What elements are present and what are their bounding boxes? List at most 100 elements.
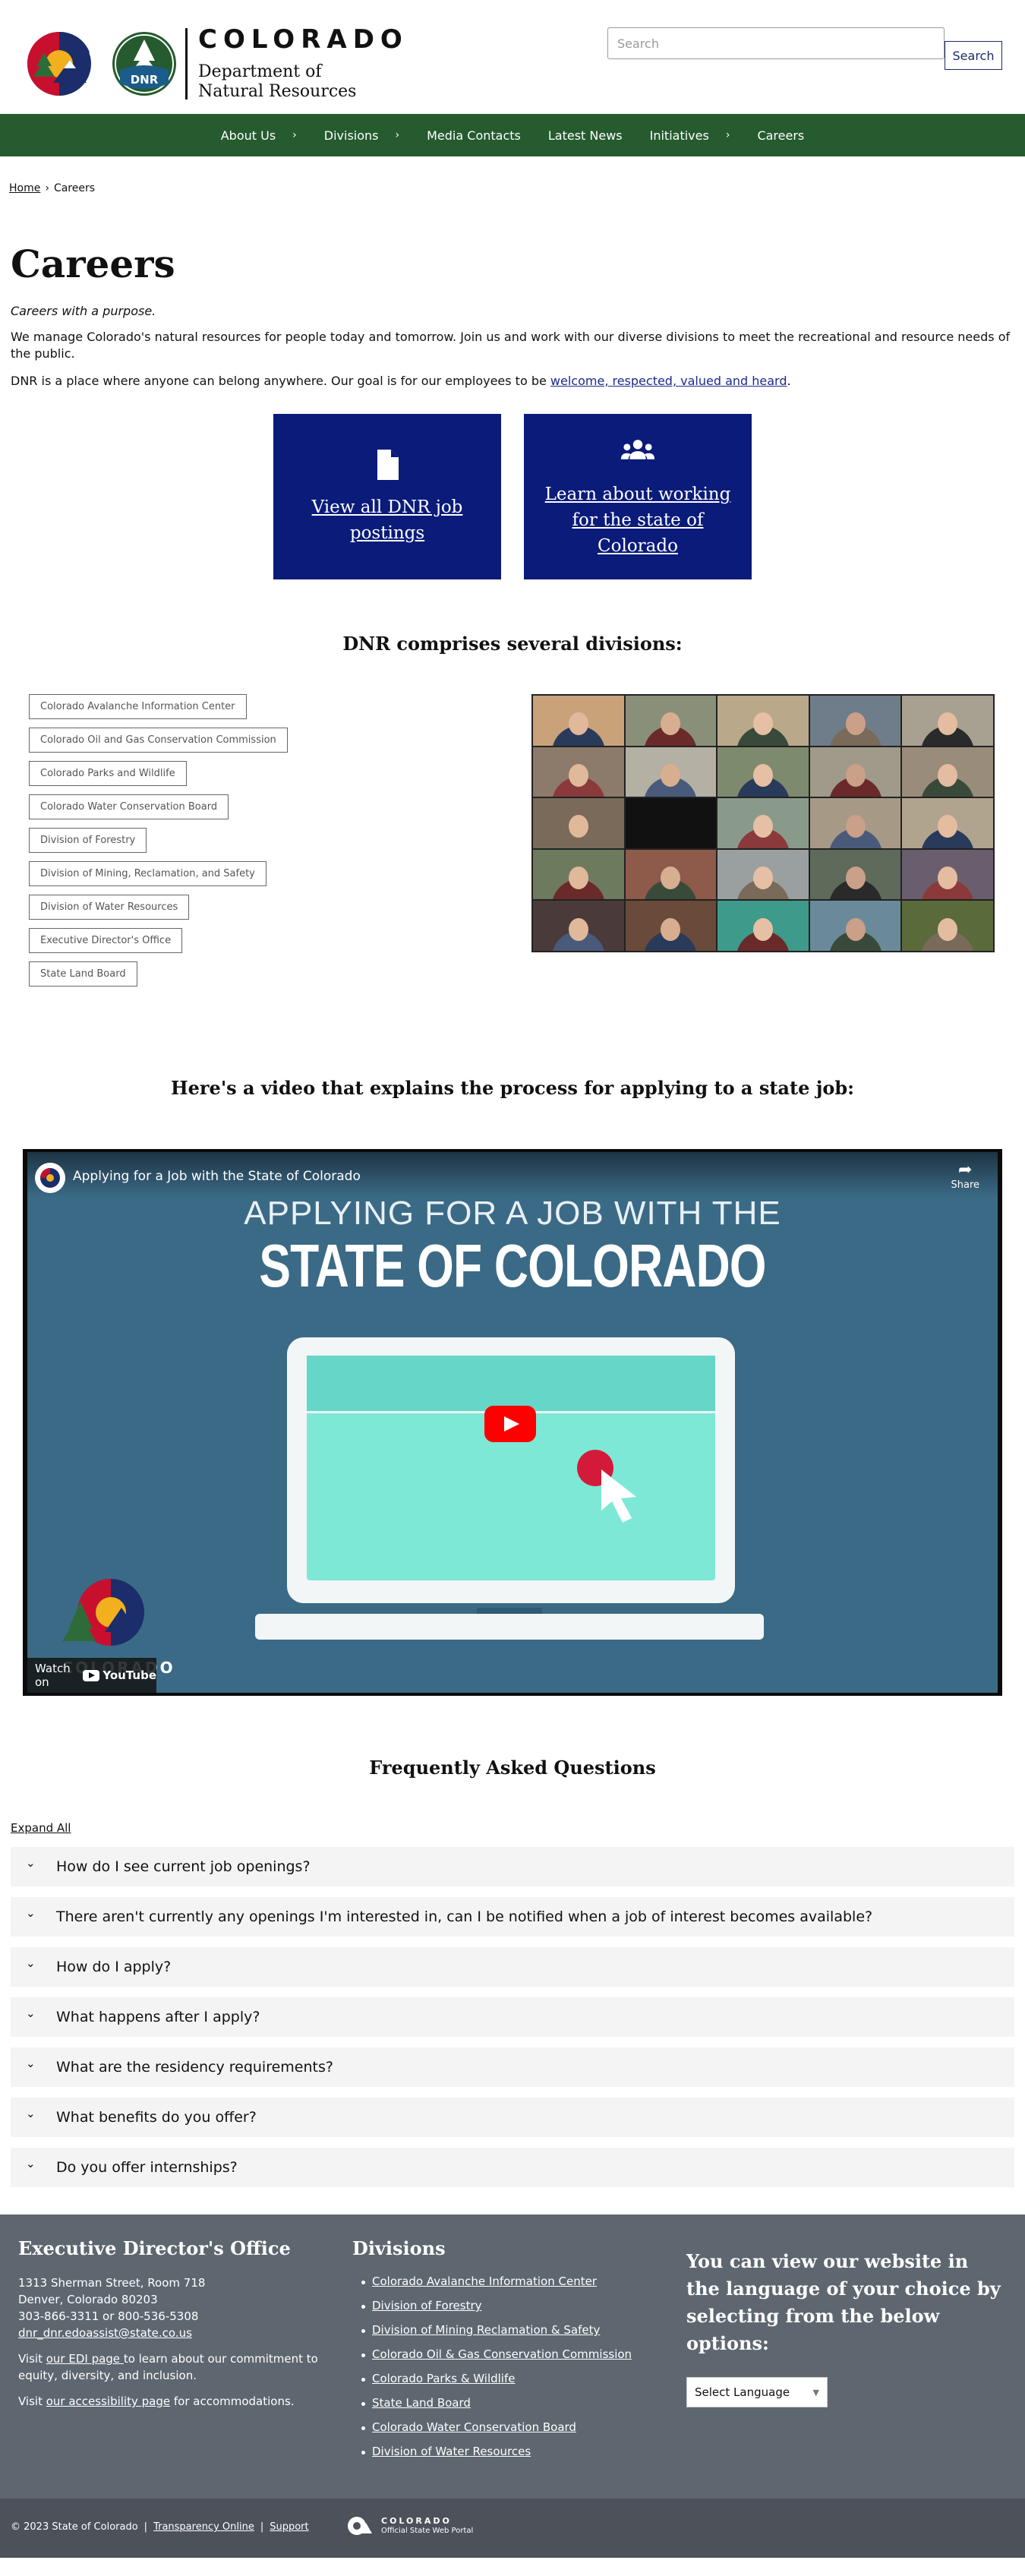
participant-face xyxy=(752,712,773,736)
video-thumbnail: Applying for a Job with the State of Col… xyxy=(27,1152,998,1693)
footer-division-item: Colorado Avalanche Information Center xyxy=(352,2275,656,2288)
search-button[interactable]: Search xyxy=(945,41,1002,70)
video-call-tile xyxy=(718,849,809,900)
footer-division-item: Division of Water Resources xyxy=(352,2445,656,2458)
document-icon xyxy=(377,450,399,480)
footer-division-link[interactable]: Colorado Oil & Gas Conservation Commissi… xyxy=(372,2347,632,2361)
belonging-link[interactable]: welcome, respected, valued and heard xyxy=(550,374,787,388)
nav-item-careers[interactable]: Careers xyxy=(743,114,818,156)
transparency-online-link[interactable]: Transparency Online xyxy=(153,2521,254,2533)
accessibility-page-link[interactable]: our accessibility page xyxy=(46,2394,170,2408)
chevron-right-icon[interactable]: › xyxy=(726,129,730,141)
footer-division-link[interactable]: Division of Forestry xyxy=(372,2299,482,2312)
expand-all-link[interactable]: Expand All xyxy=(11,1821,71,1835)
cursor-arrow-icon xyxy=(601,1470,636,1523)
watch-on-youtube-button[interactable]: Watch on YouTube xyxy=(27,1658,156,1693)
divisions-section: Colorado Avalanche Information Center Col… xyxy=(0,694,1025,1013)
footer-division-link[interactable]: Colorado Water Conservation Board xyxy=(372,2420,576,2434)
edi-text-before: Visit xyxy=(18,2352,46,2366)
breadcrumb-home-link[interactable]: Home xyxy=(9,182,40,194)
faq-item[interactable]: ⌄ What are the residency requirements? xyxy=(11,2047,1014,2087)
division-button[interactable]: Colorado Avalanche Information Center xyxy=(29,694,247,719)
video-call-tile xyxy=(718,901,809,951)
video-call-tile xyxy=(809,849,901,900)
video-title-link[interactable]: Applying for a Job with the State of Col… xyxy=(73,1169,361,1184)
participant-face xyxy=(568,763,588,787)
nav-item-label: Media Contacts xyxy=(427,128,521,143)
footer-division-link[interactable]: Division of Water Resources xyxy=(372,2445,531,2458)
belonging-end: . xyxy=(787,374,791,388)
staff-video-call-photo xyxy=(531,694,995,952)
participant-face xyxy=(845,815,866,838)
breadcrumb-current: Careers xyxy=(53,182,96,194)
share-icon: ➦ xyxy=(958,1160,973,1179)
intro-paragraph: We manage Colorado's natural resources f… xyxy=(11,330,1011,361)
faq-item[interactable]: ⌄ How do I see current job openings? xyxy=(11,1847,1014,1886)
working-for-state-label: Learn about working for the state of Col… xyxy=(544,485,731,556)
dnr-logo-link[interactable]: DNR COLORADO Department of Natural Resou… xyxy=(23,26,408,102)
division-button[interactable]: Division of Water Resources xyxy=(29,895,190,920)
footer-division-link[interactable]: State Land Board xyxy=(372,2396,471,2410)
faq-item[interactable]: ⌄ Do you offer internships? xyxy=(11,2148,1014,2187)
footer-phone: 303-866-3311 or 800-536-5308 xyxy=(18,2309,199,2323)
footer-edo-title: Executive Director's Office xyxy=(18,2237,291,2259)
youtube-video-embed[interactable]: Applying for a Job with the State of Col… xyxy=(23,1149,1002,1696)
nav-item-label: Latest News xyxy=(547,128,623,143)
video-call-tile xyxy=(718,747,809,797)
division-button[interactable]: Division of Mining, Reclamation, and Saf… xyxy=(29,861,266,886)
faq-item[interactable]: ⌄ What happens after I apply? xyxy=(11,1997,1014,2037)
nav-item-label: Careers xyxy=(757,128,805,143)
chevron-right-icon[interactable]: › xyxy=(396,129,400,141)
faq-item[interactable]: ⌄ How do I apply? xyxy=(11,1947,1014,1987)
division-button[interactable]: Colorado Oil and Gas Conservation Commis… xyxy=(29,728,288,753)
footer-division-item: Division of Forestry xyxy=(352,2299,656,2312)
nav-item-about-us[interactable]: About Us › xyxy=(207,114,311,156)
participant-face xyxy=(752,763,773,787)
footer-email-link[interactable]: dnr_dnr.edoassist@state.co.us xyxy=(18,2326,192,2340)
channel-avatar-icon[interactable] xyxy=(35,1163,65,1193)
division-button[interactable]: State Land Board xyxy=(29,961,137,987)
nav-item-divisions[interactable]: Divisions › xyxy=(311,114,413,156)
share-label: Share xyxy=(951,1179,979,1191)
video-call-tile xyxy=(533,798,624,848)
select-arrow-icon: ▼ xyxy=(812,2387,819,2398)
video-call-tile xyxy=(809,901,901,951)
division-button[interactable]: Division of Forestry xyxy=(29,828,147,853)
video-headline-line2: STATE OF COLORADO xyxy=(259,1232,766,1299)
language-select[interactable]: Select Language ▼ xyxy=(686,2377,828,2407)
nav-item-latest-news[interactable]: Latest News xyxy=(535,114,636,156)
footer-division-link[interactable]: Division of Mining Reclamation & Safety xyxy=(372,2323,600,2337)
video-call-tile xyxy=(902,849,993,900)
play-button-icon[interactable] xyxy=(484,1406,536,1442)
nav-item-initiatives[interactable]: Initiatives › xyxy=(636,114,744,156)
footer-division-link[interactable]: Colorado Parks & Wildlife xyxy=(372,2372,516,2385)
video-call-tile xyxy=(809,798,901,848)
faq-question: How do I see current job openings? xyxy=(56,1858,311,1875)
division-button[interactable]: Colorado Parks and Wildlife xyxy=(29,761,187,786)
job-postings-card[interactable]: View all DNR job postings xyxy=(273,414,501,579)
faq-item[interactable]: ⌄ There aren't currently any openings I'm… xyxy=(11,1897,1014,1937)
division-button[interactable]: Colorado Water Conservation Board xyxy=(29,794,229,819)
footer-division-link[interactable]: Colorado Avalanche Information Center xyxy=(372,2275,597,2288)
participant-face xyxy=(845,712,866,736)
chevron-down-icon: ⌄ xyxy=(26,2157,36,2170)
page-title: Careers xyxy=(11,242,175,286)
nav-item-media-contacts[interactable]: Media Contacts xyxy=(413,114,535,156)
video-call-tile xyxy=(533,747,624,797)
share-button[interactable]: ➦ Share xyxy=(951,1160,979,1192)
nav-item-label: Initiatives xyxy=(649,128,709,143)
search-input[interactable] xyxy=(607,27,945,59)
dnr-badge-text: DNR xyxy=(131,73,159,87)
watch-on-label: Watch on xyxy=(35,1662,71,1689)
faq-item[interactable]: ⌄ What benefits do you offer? xyxy=(11,2098,1014,2137)
support-link[interactable]: Support xyxy=(270,2521,308,2533)
working-for-state-card[interactable]: Learn about working for the state of Col… xyxy=(524,414,752,579)
division-button[interactable]: Executive Director's Office xyxy=(29,928,183,953)
faq-question: What benefits do you offer? xyxy=(56,2109,257,2126)
logo-divider xyxy=(185,28,188,99)
breadcrumb: Home › Careers xyxy=(0,182,1025,194)
job-postings-label: View all DNR job postings xyxy=(311,497,463,543)
edi-page-link[interactable]: our EDI page xyxy=(46,2352,124,2366)
chevron-right-icon[interactable]: › xyxy=(292,129,297,141)
state-portal-logo[interactable]: COLORADO Official State Web Portal xyxy=(346,2515,473,2537)
